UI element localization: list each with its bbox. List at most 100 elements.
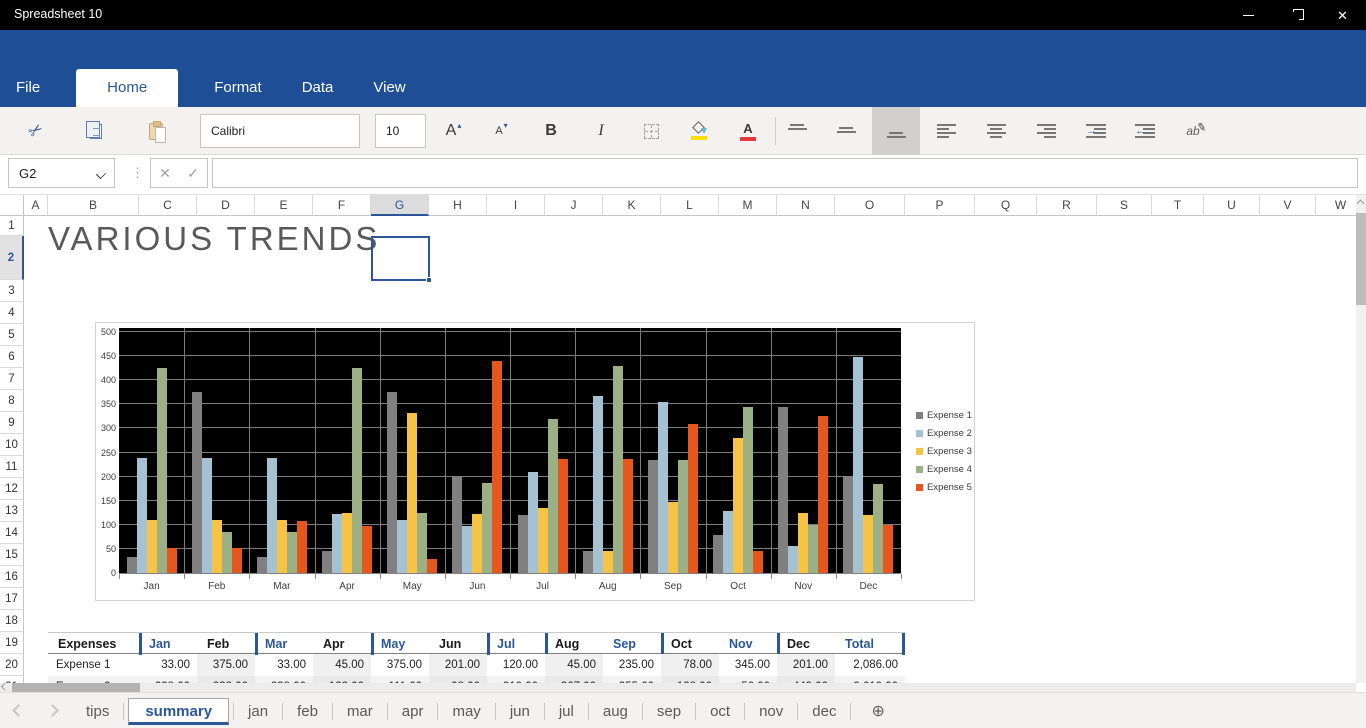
cut-button[interactable]: ✂ <box>18 107 54 155</box>
table-header-cell[interactable]: Mar <box>255 633 313 655</box>
shrink-font-button[interactable]: A ▾ <box>483 107 519 155</box>
row-header-15[interactable]: 15 <box>0 544 24 566</box>
table-header-cell[interactable]: May <box>371 633 429 655</box>
paste-button[interactable] <box>138 107 174 155</box>
row-header-4[interactable]: 4 <box>0 302 24 324</box>
tab-home[interactable]: Home <box>76 69 179 107</box>
table-cell[interactable]: Expense 2 <box>48 676 139 683</box>
table-header-cell[interactable]: Expenses <box>48 633 139 655</box>
bold-button[interactable]: B <box>533 107 569 155</box>
table-cell[interactable]: 33.00 <box>255 654 313 676</box>
scroll-up-icon[interactable] <box>1356 199 1365 208</box>
sheet-tab-mar[interactable]: mar <box>333 698 387 725</box>
table-header-cell[interactable]: Feb <box>197 633 255 655</box>
sheet-tab-sep[interactable]: sep <box>643 698 695 725</box>
table-cell[interactable]: 375.00 <box>197 654 255 676</box>
fill-color-button[interactable] <box>681 107 717 155</box>
table-header-cell[interactable]: Nov <box>719 633 777 655</box>
horizontal-scroll-thumb[interactable] <box>12 683 140 692</box>
column-header-U[interactable]: U <box>1204 195 1260 216</box>
row-header-14[interactable]: 14 <box>0 522 24 544</box>
table-cell[interactable]: 355.00 <box>603 676 661 683</box>
column-header-O[interactable]: O <box>835 195 905 216</box>
table-cell[interactable]: 120.00 <box>487 654 545 676</box>
sheet-tab-summary[interactable]: summary <box>128 697 230 725</box>
table-cell[interactable]: 367.00 <box>545 676 603 683</box>
expenses-chart[interactable]: 0 50 100 150 200 250 300 350 400 450 500 Jan Feb Mar A… <box>95 322 975 601</box>
sheet-tab-aug[interactable]: aug <box>589 698 642 725</box>
align-right-button[interactable] <box>1028 107 1064 155</box>
column-header-S[interactable]: S <box>1097 195 1152 216</box>
row-header-13[interactable]: 13 <box>0 500 24 522</box>
row-header-20[interactable]: 20 <box>0 654 24 676</box>
table-cell[interactable]: 111.00 <box>371 676 429 683</box>
table-header-cell[interactable]: Aug <box>545 633 603 655</box>
align-top-button[interactable] <box>779 107 815 155</box>
font-name-select[interactable]: Calibri <box>200 114 360 148</box>
table-header-cell[interactable]: Sep <box>603 633 661 655</box>
next-sheet-icon[interactable] <box>46 704 59 717</box>
close-button[interactable]: ✕ <box>1319 0 1366 30</box>
table-cell[interactable]: 33.00 <box>139 654 197 676</box>
row-header-16[interactable]: 16 <box>0 566 24 588</box>
vertical-scroll-thumb[interactable] <box>1356 213 1366 305</box>
column-header-A[interactable]: A <box>24 195 48 216</box>
table-cell[interactable]: 122.00 <box>313 676 371 683</box>
add-sheet-button[interactable]: ⊕ <box>859 701 896 721</box>
row-header-3[interactable]: 3 <box>0 280 24 302</box>
tab-format[interactable]: Format <box>194 69 282 107</box>
row-header-19[interactable]: 19 <box>0 632 24 654</box>
column-header-I[interactable]: I <box>487 195 545 216</box>
row-header-2[interactable]: 2 <box>0 236 24 280</box>
sheet-tab-apr[interactable]: apr <box>388 698 438 725</box>
horizontal-scrollbar[interactable] <box>0 682 1356 692</box>
sheet-tab-tips[interactable]: tips <box>72 698 123 725</box>
column-header-P[interactable]: P <box>905 195 975 216</box>
scroll-left-icon[interactable] <box>0 682 9 691</box>
row-header-10[interactable]: 10 <box>0 434 24 456</box>
sheet-tab-feb[interactable]: feb <box>283 698 332 725</box>
column-header-W[interactable]: W <box>1316 195 1356 216</box>
table-cell[interactable]: 45.00 <box>313 654 371 676</box>
font-size-select[interactable]: 10 <box>375 114 426 148</box>
column-header-K[interactable]: K <box>603 195 661 216</box>
column-header-J[interactable]: J <box>545 195 603 216</box>
copy-button[interactable] <box>78 107 114 155</box>
column-header-D[interactable]: D <box>197 195 255 216</box>
selected-cell[interactable] <box>371 236 432 283</box>
row-header-9[interactable]: 9 <box>0 412 24 434</box>
table-cell[interactable]: 345.00 <box>719 654 777 676</box>
column-header-C[interactable]: C <box>139 195 197 216</box>
row-header-17[interactable]: 17 <box>0 588 24 610</box>
column-header-Q[interactable]: Q <box>975 195 1037 216</box>
table-cell[interactable]: 235.00 <box>603 654 661 676</box>
table-cell[interactable]: 201.00 <box>429 654 487 676</box>
maximize-button[interactable] <box>1272 0 1319 30</box>
row-header-7[interactable]: 7 <box>0 368 24 390</box>
column-header-V[interactable]: V <box>1260 195 1316 216</box>
column-header-B[interactable]: B <box>48 195 139 216</box>
table-cell[interactable]: 449.00 <box>777 676 835 683</box>
sheet-tab-jul[interactable]: jul <box>545 698 588 725</box>
borders-button[interactable] <box>633 107 669 155</box>
table-header-cell[interactable]: Jul <box>487 633 545 655</box>
fill-handle[interactable] <box>426 277 432 283</box>
increase-indent-button[interactable]: → <box>1078 107 1114 155</box>
table-cell[interactable]: 210.00 <box>487 676 545 683</box>
column-header-E[interactable]: E <box>255 195 313 216</box>
sheet-tab-nov[interactable]: nov <box>745 698 797 725</box>
table-header-cell[interactable]: Dec <box>777 633 835 655</box>
sheet-tab-may[interactable]: may <box>438 698 494 725</box>
table-cell[interactable]: 2,610.00 <box>835 676 905 683</box>
sheet-tab-oct[interactable]: oct <box>696 698 744 725</box>
row-header-8[interactable]: 8 <box>0 390 24 412</box>
table-cell[interactable]: 238.00 <box>255 676 313 683</box>
sheet-grid[interactable]: VARIOUS TRENDS 0 50 100 150 200 250 300 350 400 4… <box>24 216 1356 683</box>
column-header-M[interactable]: M <box>719 195 777 216</box>
column-header-L[interactable]: L <box>661 195 719 216</box>
row-header-11[interactable]: 11 <box>0 456 24 478</box>
column-header-N[interactable]: N <box>777 195 835 216</box>
table-header-cell[interactable]: Total <box>835 633 905 655</box>
column-header-R[interactable]: R <box>1037 195 1097 216</box>
decrease-indent-button[interactable]: ← <box>1127 107 1163 155</box>
